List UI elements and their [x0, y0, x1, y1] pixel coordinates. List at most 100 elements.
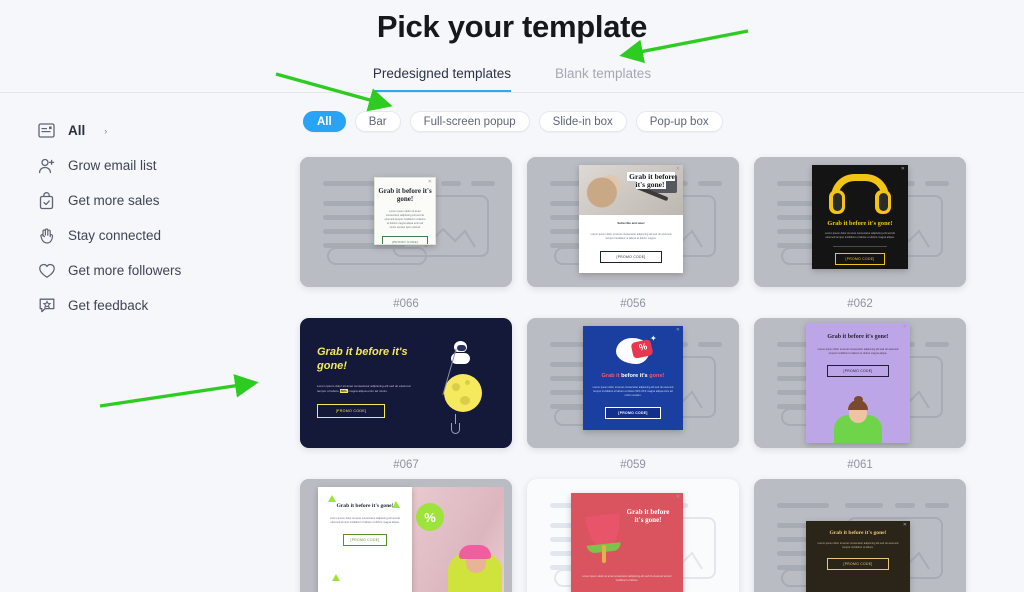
template-preview-popup: Grab it before it's gone! Lorem ipsum do…: [318, 487, 412, 592]
preview-body: Lorem ipsum dolor sit amet consectetur a…: [817, 542, 899, 550]
filter-chip-slide-in-box[interactable]: Slide-in box: [538, 111, 627, 132]
page-header: Pick your template Predesigned templates…: [0, 0, 1024, 93]
template-card-row3-1[interactable]: % Grab it before it's gone! Lorem ipsum …: [300, 479, 512, 592]
moon-icon: [444, 374, 482, 412]
template-card-row3-2[interactable]: ✕ Grab it before it's gone! Lorem ipsum …: [527, 479, 739, 592]
filter-chip-all[interactable]: All: [303, 111, 346, 132]
sidebar-item-label: All: [68, 123, 86, 138]
template-preview-popup: ✕ Grab it before it's gone! Lorem ipsum …: [374, 177, 436, 245]
template-preview-popup: ✕ Grab it before it's gone! Lorem ipsum …: [812, 165, 908, 269]
close-icon: ✕: [675, 166, 680, 172]
preview-body: Lorem ipsum dolor sit amet consectetur a…: [817, 347, 899, 355]
sidebar-item-get-feedback[interactable]: Get feedback: [0, 288, 298, 323]
preview-body: Lorem ipsum dolor sit amet consectetur a…: [590, 233, 672, 241]
sidebar-item-label: Grow email list: [68, 158, 157, 173]
sidebar-item-label: Stay connected: [68, 228, 162, 243]
sidebar-item-stay-connected[interactable]: Stay connected: [0, 218, 298, 253]
template-caption: #059: [620, 459, 646, 471]
heart-icon: [37, 261, 56, 280]
template-card-056[interactable]: ✕ Grab it before it's gone! Subscribe an…: [527, 157, 739, 287]
preview-heading: Grab it before it's gone!: [317, 346, 408, 372]
sidebar-item-all[interactable]: All ›: [0, 113, 298, 148]
tab-bar: Predesigned templates Blank templates: [0, 58, 1024, 92]
user-plus-icon: [37, 156, 56, 175]
shopping-bag-check-icon: [37, 191, 56, 210]
discount-badge-icon: % ✦: [616, 334, 657, 364]
template-card-062[interactable]: ✕ Grab it before it's gone! Lorem ipsum …: [754, 157, 966, 287]
template-preview-popup: ✕ Grab it before it's gone! Lorem ipsum …: [806, 323, 910, 443]
close-icon: ✕: [900, 166, 905, 172]
sidebar-item-get-more-sales[interactable]: Get more sales: [0, 183, 298, 218]
preview-body: Lorem ipsum dolor sit amet consectetur a…: [592, 386, 674, 398]
close-icon: ✕: [675, 327, 680, 333]
sidebar-item-grow-email-list[interactable]: Grow email list: [0, 148, 298, 183]
preview-heading: Grab it before it's gone!: [829, 530, 887, 536]
preview-heading: Grab it before it's gone!: [378, 187, 432, 203]
watermelon-icon: [585, 513, 623, 563]
template-grid: ✕ Grab it before it's gone! Lorem ipsum …: [298, 157, 1024, 592]
sidebar-item-label: Get more sales: [68, 193, 160, 208]
sidebar-item-get-more-followers[interactable]: Get more followers: [0, 253, 298, 288]
preview-button: [PROMO CODE]: [835, 253, 885, 266]
template-cell: ✕ Grab it before it's gone! Lorem ipsum …: [754, 318, 966, 471]
preview-heading: Grab it before it's gone!: [627, 172, 675, 190]
page-body: All › Grow email list Get more sales Sta…: [0, 93, 1024, 592]
template-card-067[interactable]: Grab it before it's gone! Lorem ipsum do…: [300, 318, 512, 448]
sidebar-item-label: Get more followers: [68, 263, 182, 278]
template-caption: #066: [393, 298, 419, 310]
template-caption: #056: [620, 298, 646, 310]
chevron-right-icon: ›: [104, 125, 108, 136]
preview-heading: Grab it before it's gone!: [626, 508, 670, 524]
preview-body: Lorem ipsum dolor sit amet consectetur a…: [329, 517, 401, 525]
close-icon: ✕: [675, 494, 680, 500]
filter-chip-pop-up-box[interactable]: Pop-up box: [635, 111, 723, 132]
preview-photo: %: [412, 487, 504, 592]
page-title: Pick your template: [376, 9, 648, 44]
filter-chip-full-screen-popup[interactable]: Full-screen popup: [409, 111, 530, 132]
filter-chip-row: All Bar Full-screen popup Slide-in box P…: [298, 111, 1024, 133]
template-card-row3-3[interactable]: ✕ Grab it before it's gone! Lorem ipsum …: [754, 479, 966, 592]
sidebar-item-label: Get feedback: [68, 298, 149, 313]
preview-body: Lorem ipsum dolor sit amet consectetur a…: [824, 232, 896, 240]
model-photo: [828, 396, 888, 443]
tab-predesigned-templates[interactable]: Predesigned templates: [372, 66, 512, 92]
preview-body: Lorem ipsum dolor sit amet consectetur a…: [317, 384, 411, 393]
template-cell: ✕ Grab it before it's gone! Lorem ipsum …: [754, 479, 966, 592]
template-cell: % Grab it before it's gone! Lorem ipsum …: [300, 479, 512, 592]
templates-content: All Bar Full-screen popup Slide-in box P…: [298, 93, 1024, 592]
category-sidebar: All › Grow email list Get more sales Sta…: [0, 93, 298, 592]
preview-button: [PROMO CODE]: [827, 558, 889, 571]
preview-button: [PROMO CODE]: [317, 404, 385, 418]
headphones-icon: [829, 174, 891, 214]
template-preview-popup: ✕ % ✦ Grab it before it's gone! Lorem ip…: [583, 326, 683, 430]
preview-divider: [833, 246, 887, 248]
preview-button: [PROMO CODE]: [605, 407, 661, 420]
preview-body: Lorem ipsum dolor sit amet consectetur a…: [582, 574, 672, 582]
template-cell: ✕ % ✦ Grab it before it's gone! Lorem ip…: [527, 318, 739, 471]
template-card-059[interactable]: ✕ % ✦ Grab it before it's gone! Lorem ip…: [527, 318, 739, 448]
waving-hand-icon: [37, 226, 56, 245]
template-preview-popup: ✕ Grab it before it's gone! Lorem ipsum …: [571, 493, 683, 592]
template-card-061[interactable]: ✕ Grab it before it's gone! Lorem ipsum …: [754, 318, 966, 448]
template-caption: #061: [847, 459, 873, 471]
template-cell: ✕ Grab it before it's gone! Lorem ipsum …: [754, 157, 966, 310]
template-cell: ✕ Grab it before it's gone! Lorem ipsum …: [300, 157, 512, 310]
filter-chip-bar[interactable]: Bar: [354, 111, 401, 132]
chat-star-icon: [37, 296, 56, 315]
percent-badge: %: [416, 503, 444, 531]
template-card-066[interactable]: ✕ Grab it before it's gone! Lorem ipsum …: [300, 157, 512, 287]
template-cell: ✕ Grab it before it's gone! Subscribe an…: [527, 157, 739, 310]
preview-button: [PROMO CODE]: [827, 364, 889, 377]
preview-subtitle: Subscribe and save!: [617, 221, 645, 225]
template-preview-popup: ✕ Grab it before it's gone! Lorem ipsum …: [806, 521, 910, 592]
close-icon: ✕: [902, 324, 907, 330]
template-preview-popup: ✕ Grab it before it's gone! Subscribe an…: [579, 165, 683, 273]
preview-heading: Grab it before it's gone!: [827, 220, 893, 227]
preview-button: [PROMO CODE]: [382, 235, 428, 244]
document-icon: [37, 121, 56, 140]
preview-button: [PROMO CODE]: [343, 534, 387, 547]
template-caption: #062: [847, 298, 873, 310]
tab-blank-templates[interactable]: Blank templates: [555, 66, 651, 92]
template-cell: ✕ Grab it before it's gone! Lorem ipsum …: [527, 479, 739, 592]
close-icon: ✕: [427, 179, 432, 185]
